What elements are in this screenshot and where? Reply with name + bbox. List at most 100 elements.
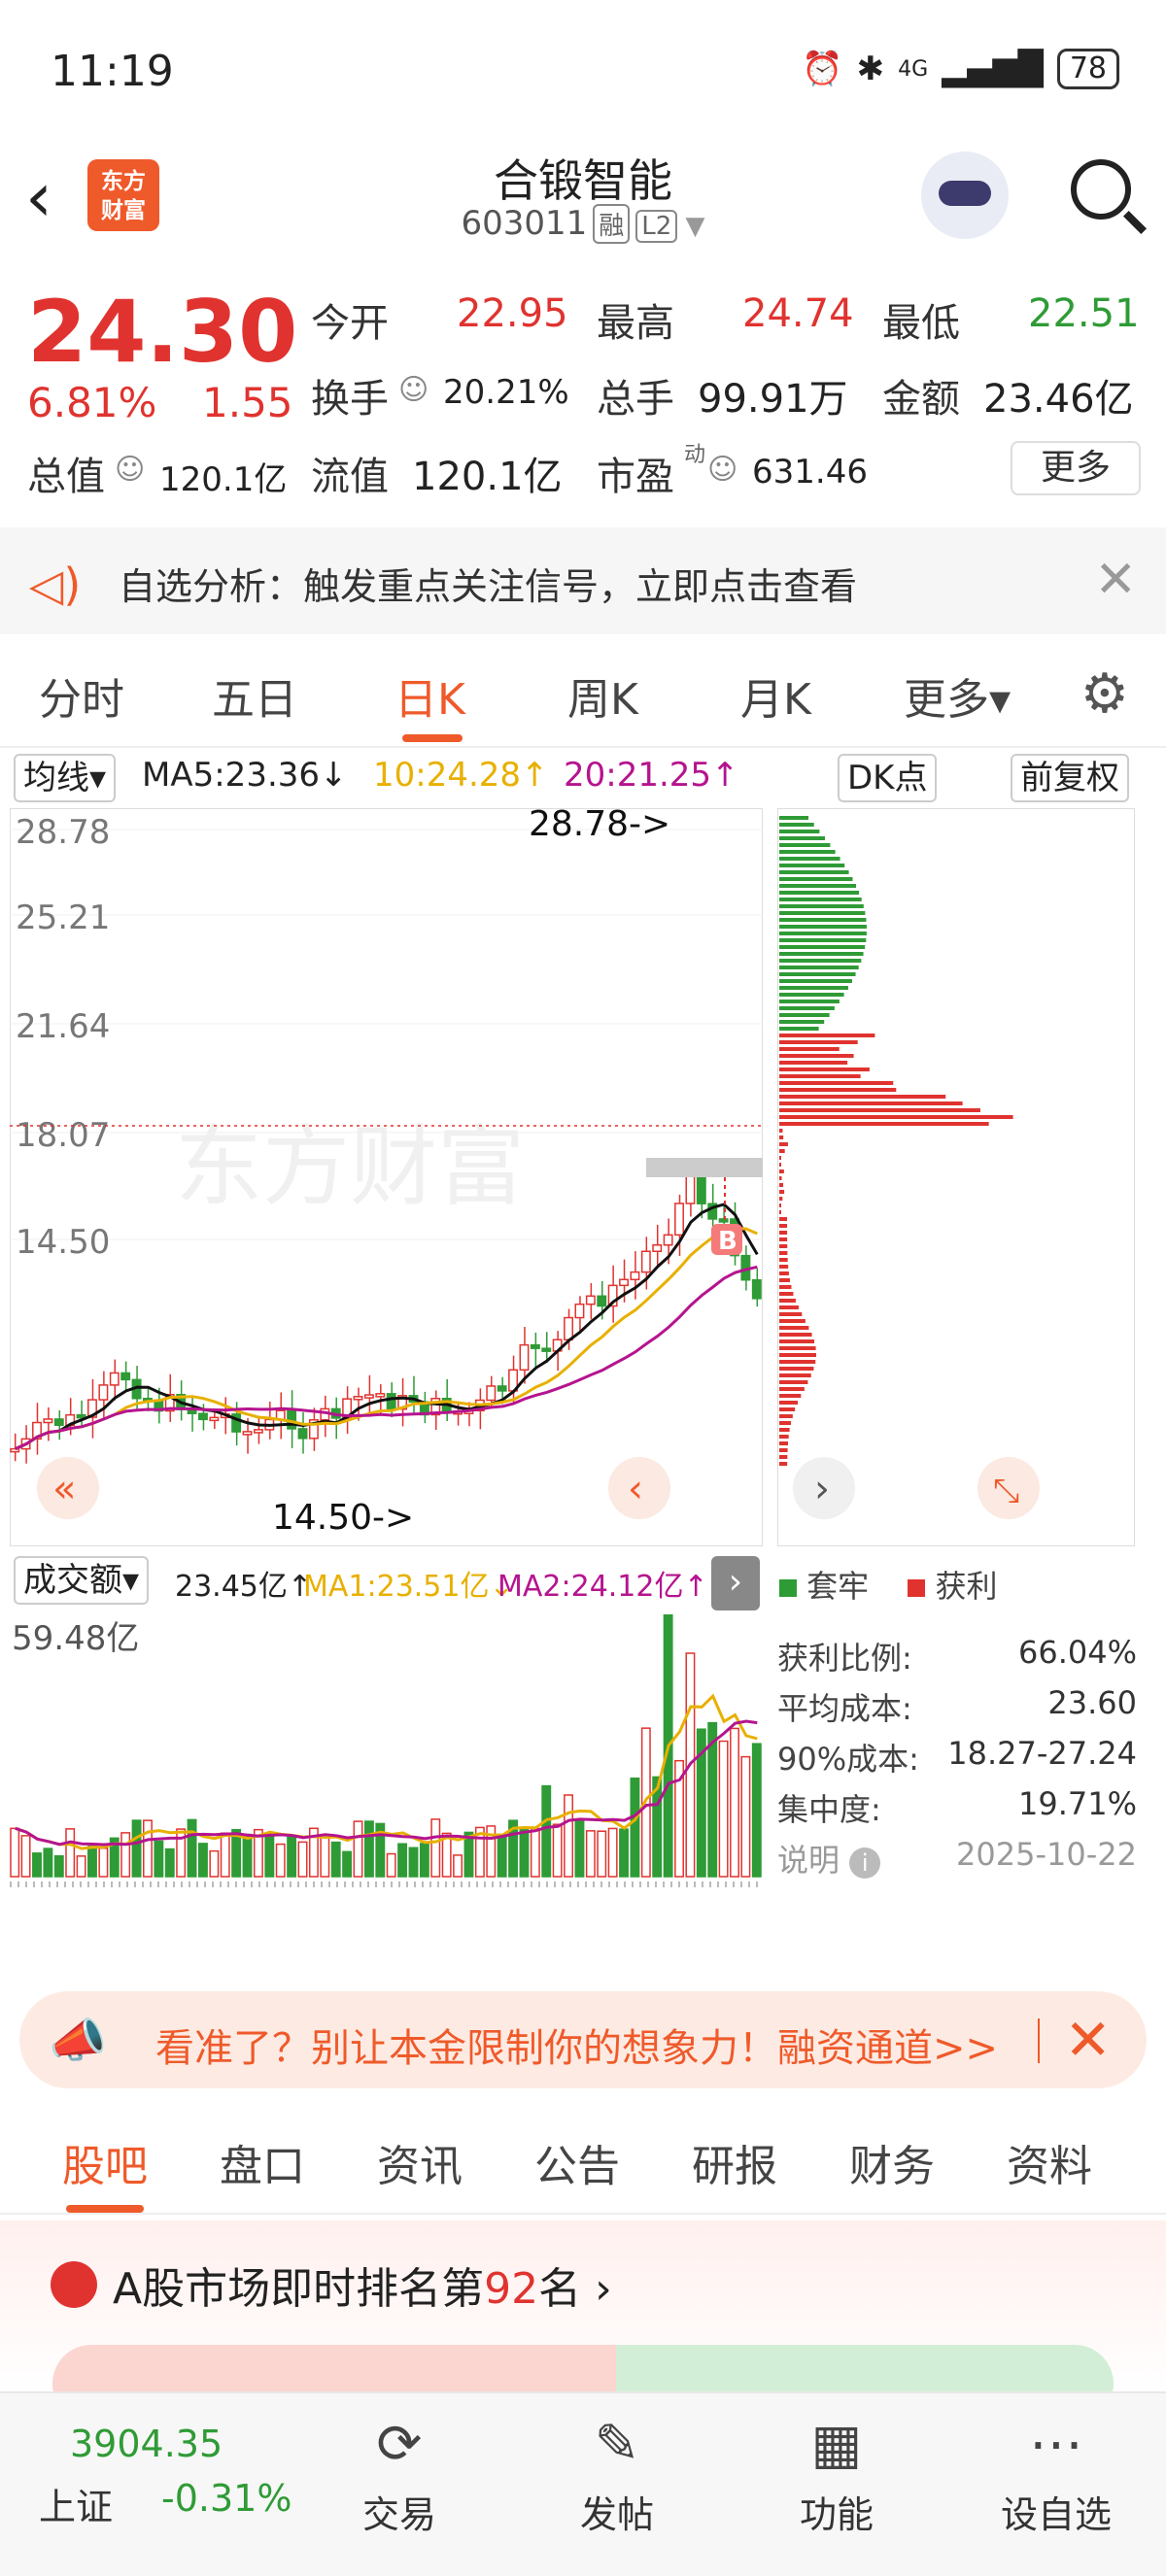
speaker-icon: ◁) [29,559,82,611]
chip-bar [779,1373,811,1377]
chip-bar [779,857,840,861]
turnover-value: 20.21% [443,373,569,412]
chip-bar [779,1163,781,1167]
stat-value: 66.04% [1017,1634,1137,1671]
tab-orderbook[interactable]: 盘口 [220,2131,305,2193]
candle [663,1234,673,1246]
chip-bar [779,843,831,847]
tab-research[interactable]: 研报 [692,2131,777,2193]
tab-five-day[interactable]: 五日 [212,664,297,727]
chip-bar [779,1265,789,1269]
rank-text[interactable]: A股市场即时排名第92名 › [113,2254,612,2316]
turnover-info-icon[interactable]: ☺ [398,373,429,407]
open-label: 今开 [311,301,389,346]
chip-bar [779,1401,799,1405]
volume-bar [53,1854,64,1878]
index-value[interactable]: 3904.35 [70,2423,223,2465]
bottom-nav: 3904.35 上证 -0.31% ⟳ 交易 ✎ 发帖 ▦ 功能 ⋯ 设自选 [0,2391,1166,2576]
volume-selector[interactable]: 成交额▾ [14,1556,150,1605]
candle [109,1372,120,1386]
tab-news[interactable]: 资讯 [377,2131,463,2193]
low-value: 22.51 [1028,291,1140,336]
active-tab-indicator [66,2205,144,2213]
promo-banner[interactable]: 📣 看准了？别让本金限制你的想象力！融资通道>> ✕ [19,1991,1147,2088]
index-change[interactable]: -0.31% [161,2477,292,2520]
collapse-arrow-icon[interactable]: › [711,1556,760,1610]
kline-chart[interactable]: 东方财富 28.78 25.21 21.64 18.07 14.50 B 28.78->… [10,808,763,1546]
nav-post[interactable]: ✎ 发帖 [544,2413,690,2538]
tab-financials[interactable]: 财务 [849,2131,935,2193]
ma-selector[interactable]: 均线▾ [14,754,117,802]
chip-bar [779,918,867,922]
chip-distribution-chart[interactable]: › ⤡ [777,808,1135,1546]
candle [751,1278,762,1300]
tab-forum[interactable]: 股吧 [62,2131,148,2193]
chip-bar [779,1441,789,1445]
chip-note-row[interactable]: 说明 i 2025-10-22 [777,1836,1137,1881]
info-icon[interactable]: i [849,1847,881,1879]
max-marker: 28.78-> [529,808,670,844]
scroll-left-icon[interactable]: « [52,1467,76,1511]
trapped-label: 套牢 [806,1568,870,1605]
adjust-button[interactable]: 前复权 [1011,754,1129,802]
expand-icon[interactable]: ⤡ [993,1472,1019,1510]
dk-point-button[interactable]: DK点 [838,754,938,802]
notice-bar[interactable]: ◁) 自选分析：触发重点关注信号，立即点击查看 ✕ [0,527,1166,634]
candle [541,1347,552,1352]
candle [353,1396,363,1401]
tab-weekly-k[interactable]: 周K [567,664,638,727]
close-icon[interactable]: ✕ [1094,551,1137,609]
nav-add-watchlist[interactable]: ⋯ 设自选 [983,2413,1129,2538]
brand-logo[interactable]: 东方 财富 [87,159,159,231]
status-icons: ⏰ ✱ 4G ▂▄▆█ 78 [802,49,1119,89]
candle [209,1416,220,1422]
pe-value: 631.46 [752,453,868,491]
chip-bar [779,993,844,997]
tab-daily-k[interactable]: 日K [394,664,465,727]
index-name[interactable]: 上证 [39,2477,113,2530]
note-label[interactable]: 说明 [777,1842,840,1879]
tab-intraday[interactable]: 分时 [39,664,124,727]
y-axis-label: 21.64 [16,1007,110,1046]
candle [198,1412,208,1421]
chip-bar [779,959,862,963]
stat-profit-ratio: 获利比例: 66.04% [777,1634,1137,1678]
chart-tabs: 分时 五日 日K 周K 月K 更多▾ ⚙ [0,641,1166,748]
chip-bar [779,1129,783,1133]
volume-bar [453,1854,463,1878]
battery-icon: 78 [1056,49,1119,89]
pe-info-icon[interactable]: ☺ [707,453,737,487]
nav-trade[interactable]: ⟳ 交易 [326,2413,472,2538]
chip-bar [779,1000,840,1003]
chip-bar [779,864,845,867]
more-button[interactable]: 更多 [1011,441,1141,495]
stat-label: 90%成本: [777,1741,919,1778]
gear-icon[interactable]: ⚙ [1080,662,1129,726]
tab-monthly-k[interactable]: 月K [740,664,811,727]
candle [652,1244,663,1253]
pe-label: 市盈 [597,455,674,499]
close-icon[interactable]: ✕ [1064,2007,1112,2073]
market-rank[interactable]: A股市场即时排名第92名 › [0,2220,1166,2423]
chip-bar [779,1176,782,1180]
tab-profile[interactable]: 资料 [1007,2131,1092,2193]
step-left-icon[interactable]: ‹ [628,1467,643,1511]
tab-announcements[interactable]: 公告 [534,2131,620,2193]
notice-text[interactable]: 自选分析：触发重点关注信号，立即点击查看 [119,557,857,610]
tab-more[interactable]: 更多▾ [904,664,1011,727]
promo-text[interactable]: 看准了？别让本金限制你的想象力！融资通道>> [155,2017,998,2073]
candle [486,1385,497,1402]
trapped-swatch [779,1579,797,1597]
mktcap-info-icon[interactable]: ☺ [115,453,145,487]
chip-bar [779,1421,791,1425]
nav-functions[interactable]: ▦ 功能 [764,2413,909,2538]
volume-bar [320,1836,330,1878]
search-icon[interactable] [1071,159,1131,220]
chip-bar [779,1271,789,1275]
volume-bar [419,1843,429,1878]
next-icon[interactable]: › [814,1467,830,1511]
dropdown-icon[interactable]: ▼ [677,212,705,241]
candle [242,1431,253,1436]
candle [696,1175,706,1204]
back-arrow-icon[interactable]: ‹ [25,157,52,237]
